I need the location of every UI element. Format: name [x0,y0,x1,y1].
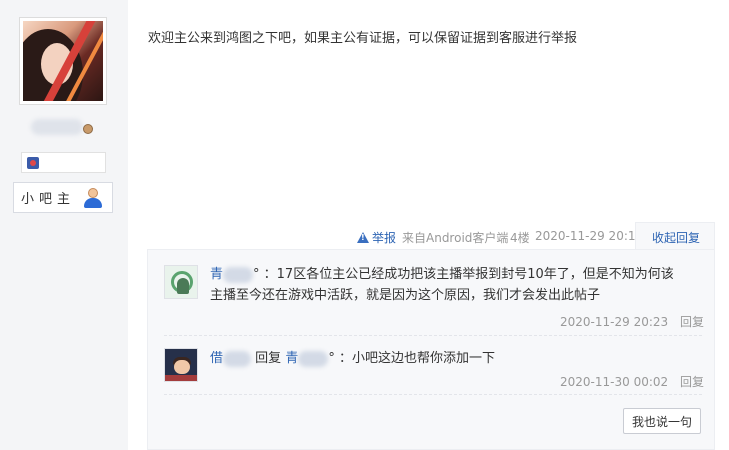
role-badge: 小吧主 [13,182,113,213]
reply-username[interactable]: 借 [210,350,255,367]
collapse-replies-button[interactable]: 收起回复 [652,229,700,246]
reply-word: 回复 [255,351,282,366]
reply-button[interactable]: 回复 [680,315,704,329]
reply-body: 借 回复 青 ° ：小吧这边也帮你添加一下 [210,348,495,369]
reply-button[interactable]: 回复 [680,375,704,389]
reply-body: 青 ° ：17区各位主公已经成功把该主播举报到封号10年了，但是不知为何该 主播至… [210,264,674,306]
reply-timestamp: 2020-11-29 20:23 [560,315,669,329]
reply-panel: 青 ° ：17区各位主公已经成功把该主播举报到封号10年了，但是不知为何该 主播至… [147,249,715,450]
reply-avatar[interactable] [164,265,198,299]
reply-divider [164,335,702,336]
level-icon [27,157,39,169]
add-reply-button[interactable]: 我也说一句 [623,408,701,434]
author-sidebar: 小吧主 [0,0,128,450]
post-timestamp: 2020-11-29 20:17 [535,229,644,243]
reply-timestamp: 2020-11-30 00:02 [560,375,669,389]
reply-item: 借 回复 青 ° ：小吧这边也帮你添加一下 2020-11-30 00:02 回复 [164,348,704,393]
reply-meta: 2020-11-30 00:02 回复 [560,373,704,390]
report-button[interactable]: 举报 [357,229,396,246]
author-username-redacted[interactable] [31,119,83,135]
reply-meta: 2020-11-29 20:23 回复 [560,313,704,330]
level-badge[interactable] [21,152,106,173]
post-floor: 4楼 [510,231,530,245]
reply-text-line2: 主播至今还在游戏中活跃，就是因为这个原因，我们才会发出此帖子 [210,288,601,303]
role-label: 小吧主 [21,192,76,207]
reply-text: ：小吧这边也帮你添加一下 [338,351,495,366]
moderator-icon [83,188,103,208]
author-avatar[interactable] [19,17,107,105]
warning-icon [357,232,369,243]
post-content: 欢迎主公来到鸿图之下吧，如果主公有证据，可以保留证据到客服进行举报 [148,31,578,46]
reply-divider [164,394,702,395]
reply-text-line1: ：17区各位主公已经成功把该主播举报到封号10年了，但是不知为何该 [263,267,674,282]
user-badge-icon [83,124,93,134]
reply-target-username[interactable]: 青 ° [285,350,339,367]
post-source[interactable]: 来自Android客户端 [402,229,508,246]
report-label: 举报 [372,231,397,245]
avatar-image [23,21,103,101]
reply-item: 青 ° ：17区各位主公已经成功把该主播举报到封号10年了，但是不知为何该 主播至… [164,264,704,334]
reply-avatar[interactable] [164,348,198,382]
reply-username[interactable]: 青 ° [210,266,264,283]
